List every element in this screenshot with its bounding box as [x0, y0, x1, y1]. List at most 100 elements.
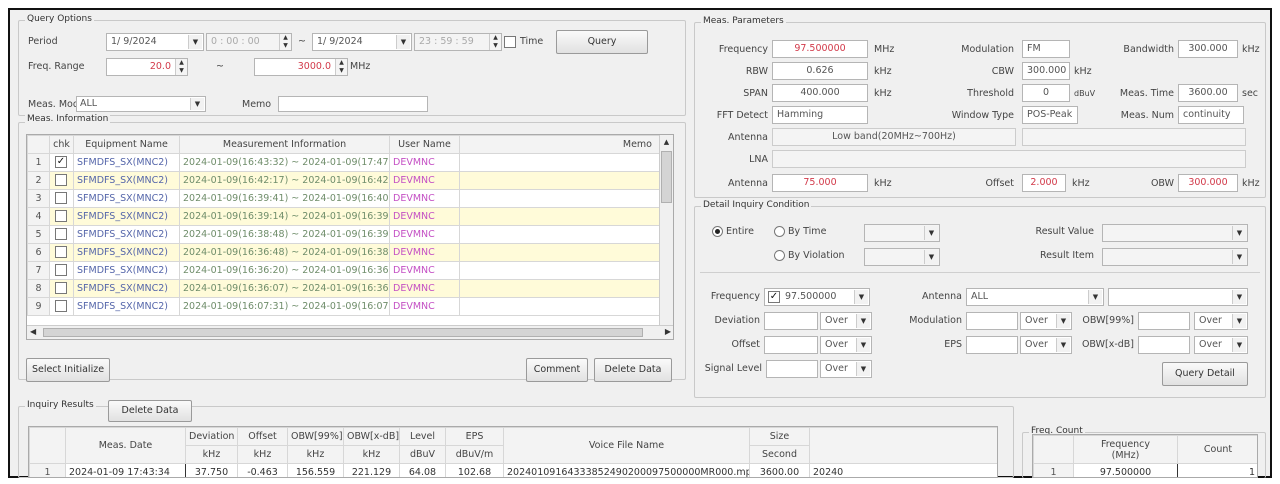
offset-cell[interactable]: -0.463: [237, 463, 288, 477]
equipment-cell[interactable]: SFMDFS_SX(MNC2): [73, 189, 180, 208]
detail-antenna-select[interactable]: ALL ▼: [966, 288, 1104, 306]
row-checkbox[interactable]: [55, 300, 67, 312]
row-checkbox[interactable]: [55, 228, 67, 240]
memo-cell[interactable]: [459, 297, 661, 316]
meas-info-cell[interactable]: 2024-01-09(16:36:20) ~ 2024-01-09(16:36:…: [179, 261, 390, 280]
date-to-picker[interactable]: 1/ 9/2024 ▼: [312, 33, 412, 51]
col-header-obwx[interactable]: OBW[x-dB]: [343, 427, 400, 446]
comment-button[interactable]: Comment: [526, 358, 588, 382]
freq-to-field[interactable]: 3000.0 ▲ ▼: [254, 58, 348, 76]
memo-cell[interactable]: [459, 189, 661, 208]
user-cell[interactable]: DEVMNC: [389, 225, 460, 244]
modulation-over-select[interactable]: Over ▼: [1020, 312, 1072, 330]
horizontal-scrollbar[interactable]: ◀ ▶: [27, 325, 673, 339]
signal-level-input[interactable]: [766, 360, 818, 378]
equipment-cell[interactable]: SFMDFS_SX(MNC2): [73, 243, 180, 262]
row-checkbox-cell[interactable]: [49, 279, 74, 298]
obwx-cell[interactable]: 221.129: [343, 463, 400, 477]
chevron-down-icon[interactable]: ▼: [856, 362, 870, 376]
table-row[interactable]: 8 SFMDFS_SX(MNC2) 2024-01-09(16:36:07) ~ 2…: [27, 279, 661, 298]
row-checkbox-cell[interactable]: [49, 225, 74, 244]
meas-info-cell[interactable]: 2024-01-09(16:36:48) ~ 2024-01-09(16:38:…: [179, 243, 390, 262]
offset-over-select[interactable]: Over ▼: [820, 336, 872, 354]
modulation-input[interactable]: [966, 312, 1018, 330]
memo-cell[interactable]: [459, 207, 661, 226]
memo-cell[interactable]: [459, 153, 661, 172]
table-row[interactable]: 1 2024-01-09 17:43:34 37.750 -0.463 156.…: [29, 463, 997, 477]
table-row[interactable]: 7 SFMDFS_SX(MNC2) 2024-01-09(16:36:20) ~ 2…: [27, 261, 661, 280]
entire-radio[interactable]: [712, 226, 723, 237]
row-checkbox[interactable]: [55, 282, 67, 294]
frequency-checkbox[interactable]: ✓: [768, 291, 780, 303]
obw99-over-select[interactable]: Over ▼: [1194, 312, 1248, 330]
equipment-cell[interactable]: SFMDFS_SX(MNC2): [73, 279, 180, 298]
equipment-cell[interactable]: SFMDFS_SX(MNC2): [73, 225, 180, 244]
col-header-frequency[interactable]: Frequency (MHz): [1073, 435, 1178, 464]
user-cell[interactable]: DEVMNC: [389, 243, 460, 262]
by-time-select[interactable]: ▼: [864, 224, 940, 242]
meas-info-cell[interactable]: 2024-01-09(16:39:41) ~ 2024-01-09(16:40:…: [179, 189, 390, 208]
chevron-down-icon[interactable]: ▼: [188, 35, 202, 49]
table-row[interactable]: 6 SFMDFS_SX(MNC2) 2024-01-09(16:36:48) ~ 2…: [27, 243, 661, 262]
vertical-scrollbar[interactable]: ▲: [659, 135, 673, 327]
chevron-down-icon[interactable]: ▼: [190, 98, 204, 110]
chevron-down-icon[interactable]: ▼: [924, 226, 938, 240]
col-header-eps[interactable]: EPS: [445, 427, 504, 446]
equipment-cell[interactable]: SFMDFS_SX(MNC2): [73, 261, 180, 280]
chevron-down-icon[interactable]: ▼: [1056, 314, 1070, 328]
offset-input[interactable]: [764, 336, 818, 354]
obw99-input[interactable]: [1138, 312, 1190, 330]
delete-data-button[interactable]: Delete Data: [594, 358, 672, 382]
obwx-input[interactable]: [1138, 336, 1190, 354]
col-header-equipment[interactable]: Equipment Name: [73, 135, 180, 154]
chevron-down-icon[interactable]: ▼: [1232, 314, 1246, 328]
memo-cell[interactable]: [459, 243, 661, 262]
by-time-radio[interactable]: [774, 226, 785, 237]
chevron-down-icon[interactable]: ▼: [1056, 338, 1070, 352]
eps-input[interactable]: [966, 336, 1018, 354]
chevron-down-icon[interactable]: ▼: [1232, 250, 1246, 264]
col-header-user[interactable]: User Name: [389, 135, 460, 154]
hscroll-thumb[interactable]: [43, 328, 643, 337]
meas-info-cell[interactable]: 2024-01-09(16:38:48) ~ 2024-01-09(16:39:…: [179, 225, 390, 244]
voice-file-cell[interactable]: 20240109164333852490200097500000MR000.mp…: [503, 463, 750, 477]
extra-cell[interactable]: 20240: [809, 463, 997, 477]
col-header-obw99[interactable]: OBW[99%]: [287, 427, 344, 446]
chevron-down-icon[interactable]: ▼: [1232, 290, 1246, 304]
meas-info-cell[interactable]: 2024-01-09(16:39:14) ~ 2024-01-09(16:39:…: [179, 207, 390, 226]
row-checkbox-cell[interactable]: [49, 189, 74, 208]
meas-date-cell[interactable]: 2024-01-09 17:43:34: [65, 463, 186, 477]
table-row[interactable]: 4 SFMDFS_SX(MNC2) 2024-01-09(16:39:14) ~ 2…: [27, 207, 661, 226]
row-checkbox[interactable]: [55, 174, 67, 186]
meas-info-cell[interactable]: 2024-01-09(16:43:32) ~ 2024-01-09(17:47:…: [179, 153, 390, 172]
col-header-offset[interactable]: Offset: [237, 427, 288, 446]
by-violation-radio[interactable]: [774, 250, 785, 261]
equipment-cell[interactable]: SFMDFS_SX(MNC2): [73, 153, 180, 172]
by-violation-select[interactable]: ▼: [864, 248, 940, 266]
deviation-cell[interactable]: 37.750: [185, 463, 238, 477]
row-checkbox-cell[interactable]: ✓: [49, 153, 74, 172]
user-cell[interactable]: DEVMNC: [389, 297, 460, 316]
memo-cell[interactable]: [459, 225, 661, 244]
table-row[interactable]: 3 SFMDFS_SX(MNC2) 2024-01-09(16:39:41) ~ 2…: [27, 189, 661, 208]
row-checkbox-cell[interactable]: [49, 297, 74, 316]
col-header-extra[interactable]: [809, 427, 997, 464]
row-checkbox[interactable]: [55, 192, 67, 204]
spin-icon[interactable]: ▲ ▼: [175, 59, 187, 75]
chevron-down-icon[interactable]: ▼: [856, 338, 870, 352]
chevron-down-icon[interactable]: ▼: [396, 35, 410, 49]
chevron-down-icon[interactable]: ▼: [1088, 290, 1102, 304]
detail-antenna-extra-select[interactable]: ▼: [1108, 288, 1248, 306]
row-checkbox[interactable]: [55, 246, 67, 258]
chevron-down-icon[interactable]: ▼: [924, 250, 938, 264]
spin-icon[interactable]: ▲ ▼: [335, 59, 347, 75]
table-row[interactable]: 2 SFMDFS_SX(MNC2) 2024-01-09(16:42:17) ~ 2…: [27, 171, 661, 190]
user-cell[interactable]: DEVMNC: [389, 189, 460, 208]
memo-input[interactable]: [278, 96, 428, 112]
scroll-left-icon[interactable]: ◀: [30, 327, 36, 336]
chevron-down-icon[interactable]: ▼: [1232, 226, 1246, 240]
meas-mode-select[interactable]: ALL ▼: [76, 96, 206, 112]
row-checkbox-cell[interactable]: [49, 207, 74, 226]
equipment-cell[interactable]: SFMDFS_SX(MNC2): [73, 297, 180, 316]
col-header-count[interactable]: Count: [1177, 435, 1257, 464]
